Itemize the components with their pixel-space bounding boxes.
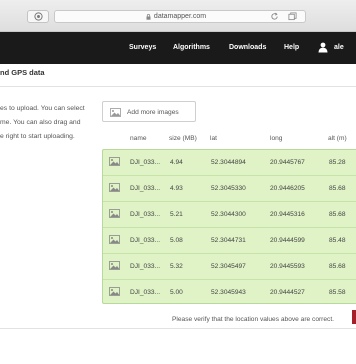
user-menu[interactable]: ale — [334, 43, 344, 53]
column-header-lat: lat — [210, 135, 217, 142]
table-row[interactable]: DJI_033... 5.21 52.3044300 20.9445316 85… — [103, 201, 356, 226]
column-header-size: size (MB) — [169, 135, 197, 142]
cell-alt: 85.58 — [329, 289, 346, 296]
cell-lat: 52.3045497 — [211, 263, 246, 270]
image-icon — [109, 261, 120, 270]
cell-name: DJI_033... — [130, 237, 161, 244]
image-list: DJI_033... 4.94 52.3044894 20.9445767 85… — [102, 149, 356, 304]
url-text: datamapper.com — [153, 13, 207, 20]
add-more-images-button[interactable]: Add more images — [102, 101, 196, 122]
address-bar[interactable]: datamapper.com — [54, 10, 306, 23]
column-header-name: name — [130, 135, 147, 142]
nav-surveys[interactable]: Surveys — [129, 43, 156, 53]
cell-size: 5.21 — [170, 211, 183, 218]
image-icon — [109, 209, 120, 218]
cell-alt: 85.68 — [329, 185, 346, 192]
cell-name: DJI_033... — [130, 289, 161, 296]
reload-icon[interactable] — [270, 12, 279, 21]
cell-long: 20.9446205 — [270, 185, 305, 192]
table-row[interactable]: DJI_033... 4.94 52.3044894 20.9445767 85… — [103, 150, 356, 175]
instruction-line: e right to start uploading. — [0, 133, 75, 140]
privacy-button[interactable] — [27, 10, 49, 23]
cell-name: DJI_033... — [130, 185, 161, 192]
image-icon — [110, 108, 121, 117]
cell-alt: 85.48 — [329, 237, 346, 244]
upload-instructions: es to upload. You can select me. You can… — [0, 102, 85, 144]
table-row[interactable]: DJI_033... 5.00 52.3045943 20.9444527 85… — [103, 279, 356, 304]
tabs-icon[interactable] — [288, 12, 297, 21]
nav-help[interactable]: Help — [284, 43, 299, 53]
column-header-alt: alt (m) — [328, 135, 347, 142]
cell-lat: 52.3045943 — [211, 289, 246, 296]
nav-downloads[interactable]: Downloads — [229, 43, 266, 53]
cell-name: DJI_033... — [130, 211, 161, 218]
cell-size: 5.32 — [170, 263, 183, 270]
shield-icon — [33, 12, 43, 21]
nav-algorithms[interactable]: Algorithms — [173, 43, 210, 53]
cell-long: 20.9445767 — [270, 159, 305, 166]
image-icon — [109, 157, 120, 166]
instruction-line: es to upload. You can select — [0, 105, 85, 112]
cell-name: DJI_033... — [130, 159, 161, 166]
divider — [0, 86, 356, 87]
cell-lat: 52.3044731 — [211, 237, 246, 244]
browser-toolbar: datamapper.com — [0, 0, 356, 32]
cell-long: 20.9444527 — [270, 289, 305, 296]
cell-alt: 85.68 — [329, 211, 346, 218]
verify-location-note: Please verify that the location values a… — [172, 316, 335, 323]
user-icon[interactable] — [318, 42, 328, 53]
table-row[interactable]: DJI_033... 5.32 52.3045497 20.9445593 85… — [103, 253, 356, 278]
column-header-long: long — [270, 135, 283, 142]
cell-size: 5.00 — [170, 289, 183, 296]
cell-alt: 85.68 — [329, 263, 346, 270]
cell-size: 5.08 — [170, 237, 183, 244]
instruction-line: me. You can also drag and — [0, 119, 81, 126]
cell-size: 4.94 — [170, 159, 183, 166]
app-header: Surveys Algorithms Downloads Help ale — [0, 32, 356, 64]
page-title: nd GPS data — [0, 68, 45, 77]
add-more-images-label: Add more images — [127, 109, 179, 116]
cell-size: 4.93 — [170, 185, 183, 192]
cell-long: 20.9444599 — [270, 237, 305, 244]
divider — [0, 328, 356, 329]
cell-lat: 52.3044300 — [211, 211, 246, 218]
cell-alt: 85.28 — [329, 159, 346, 166]
cell-lat: 52.3045330 — [211, 185, 246, 192]
cell-long: 20.9445316 — [270, 211, 305, 218]
cell-name: DJI_033... — [130, 263, 161, 270]
image-icon — [109, 183, 120, 192]
cell-long: 20.9445593 — [270, 263, 305, 270]
table-row[interactable]: DJI_033... 5.08 52.3044731 20.9444599 85… — [103, 227, 356, 252]
image-icon — [109, 287, 120, 296]
table-row[interactable]: DJI_033... 4.93 52.3045330 20.9446205 85… — [103, 175, 356, 200]
cell-lat: 52.3044894 — [211, 159, 246, 166]
next-button[interactable] — [352, 310, 356, 324]
image-icon — [109, 235, 120, 244]
